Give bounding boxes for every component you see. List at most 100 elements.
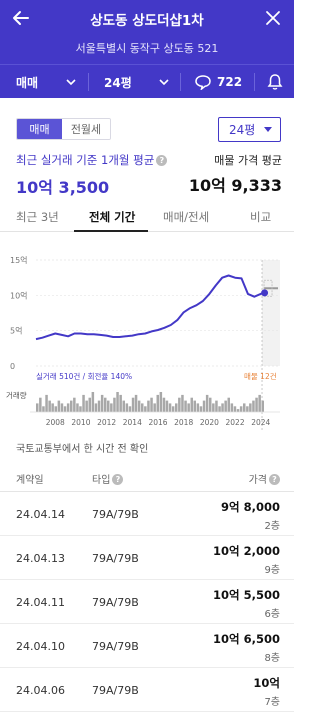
volume-bar xyxy=(113,397,116,412)
active-tab-indicator xyxy=(74,230,148,232)
latest-price-point xyxy=(261,289,269,297)
divider xyxy=(180,73,181,91)
volume-bar xyxy=(76,403,79,412)
row-date: 24.04.06 xyxy=(16,684,65,697)
avg-value: 10억 3,500 xyxy=(16,178,110,197)
volume-bar xyxy=(79,406,82,412)
row-date: 24.04.14 xyxy=(16,508,65,521)
price-series-line xyxy=(35,274,265,341)
tab-sale-jeonse[interactable]: 매매/전세 xyxy=(163,209,209,225)
volume-bar xyxy=(128,406,132,412)
tab-compare[interactable]: 비교 xyxy=(250,209,271,225)
x-tick-label: 2008 xyxy=(46,418,65,427)
help-icon[interactable]: ? xyxy=(112,474,124,485)
price-chart[interactable]: 15억 10억 5억 0 실거래 510건 / 회전율 140% 매물 12건거래량 200… xyxy=(0,240,294,440)
area-label: 24평 xyxy=(104,75,132,90)
x-tick-label: 2022 xyxy=(226,418,245,427)
volume-bar xyxy=(215,400,218,412)
table-row[interactable]: 24.04.11 79A/79B 10억 5,500 6층 xyxy=(0,580,294,624)
volume-bar xyxy=(70,400,73,412)
row-type: 79A/79B xyxy=(92,596,139,609)
tab-recent-3y[interactable]: 최근 3년 xyxy=(16,209,59,225)
volume-bar xyxy=(85,400,88,412)
volume-bar xyxy=(137,400,141,412)
y-tick-label: 0 xyxy=(10,362,15,371)
row-price: 9억 8,000 xyxy=(221,500,280,514)
comments-button[interactable]: 722 xyxy=(194,65,242,99)
row-floor: 9층 xyxy=(264,565,280,576)
row-price: 10억 2,000 xyxy=(213,544,280,558)
listing-avg-label: 매물 가격 평균 xyxy=(214,154,282,167)
volume-bar xyxy=(261,400,264,412)
volume-bar xyxy=(110,403,113,412)
caret-down-icon xyxy=(264,127,272,132)
volume-bar xyxy=(212,403,215,412)
volume-bar xyxy=(54,406,57,412)
table-row[interactable]: 24.04.10 79A/79B 10억 6,500 8층 xyxy=(0,624,294,668)
volume-bar xyxy=(246,406,249,412)
help-icon[interactable]: ? xyxy=(269,474,280,485)
row-floor: 7층 xyxy=(264,697,280,708)
x-tick-label: 2024 xyxy=(251,418,270,427)
volume-bar xyxy=(150,397,153,412)
volume-bar xyxy=(236,409,240,412)
volume-bar xyxy=(233,406,237,412)
area-dropdown[interactable]: 24평 xyxy=(218,117,281,142)
volume-bar xyxy=(165,400,169,412)
row-date: 24.04.11 xyxy=(16,596,65,609)
volume-bar xyxy=(199,406,203,412)
row-floor: 2층 xyxy=(264,521,280,532)
volume-bar xyxy=(141,403,144,412)
listing-legend: 매물 12건 xyxy=(244,371,277,381)
volume-bar xyxy=(97,400,101,412)
row-type: 79A/79B xyxy=(92,640,139,653)
tab-all-period[interactable]: 전체 기간 xyxy=(89,209,135,225)
volume-bar xyxy=(187,403,190,412)
x-tick-label: 2010 xyxy=(71,418,90,427)
help-icon[interactable]: ? xyxy=(156,155,168,166)
volume-bar xyxy=(131,397,135,412)
table-row[interactable]: 24.04.14 79A/79B 9억 8,000 2층 xyxy=(0,492,294,536)
filter-bar: 매매 24평 722 xyxy=(0,64,294,98)
chevron-down-icon[interactable] xyxy=(65,77,77,87)
table-row[interactable]: 24.04.13 79A/79B 10억 2,000 9층 xyxy=(0,536,294,580)
y-tick-label: 10억 xyxy=(10,290,28,300)
toggle-sale[interactable]: 매매 xyxy=(17,119,62,139)
row-type: 79A/79B xyxy=(92,684,139,697)
volume-bar xyxy=(42,406,45,412)
volume-bar xyxy=(249,403,252,412)
bell-icon[interactable] xyxy=(267,73,283,91)
listing-avg-value: 10억 9,333 xyxy=(188,176,282,195)
toggle-rent[interactable]: 전월세 xyxy=(62,119,110,139)
listing-region xyxy=(262,260,280,366)
volume-bar xyxy=(73,397,76,412)
volume-bar xyxy=(153,403,156,412)
volume-bar xyxy=(88,397,91,412)
volume-bar xyxy=(104,397,107,412)
table-row[interactable]: 24.04.06 79A/79B 10억 7층 xyxy=(0,668,294,712)
area-select[interactable]: 24평 xyxy=(104,65,132,99)
volume-bar xyxy=(51,403,54,412)
volume-bar xyxy=(168,403,172,412)
trade-type-label: 매매 xyxy=(16,75,39,90)
volume-bar xyxy=(134,394,138,412)
source-note: 국토교통부에서 한 시간 전 확인 xyxy=(16,444,149,455)
row-floor: 6층 xyxy=(264,609,280,620)
col-type: 타입? xyxy=(92,471,124,486)
chevron-down-icon[interactable] xyxy=(158,77,170,87)
row-price: 10억 xyxy=(253,676,280,690)
speech-bubble-icon xyxy=(195,75,211,90)
x-tick-label: 2014 xyxy=(123,418,142,427)
volume-bar xyxy=(107,400,110,412)
row-price: 10억 6,500 xyxy=(213,632,280,646)
volume-bar xyxy=(184,400,187,412)
volume-bar xyxy=(91,392,95,412)
area-dropdown-label: 24평 xyxy=(229,123,256,137)
close-icon[interactable] xyxy=(262,7,284,29)
volume-label: 거래량 xyxy=(6,391,27,400)
trade-toggle: 매매 전월세 xyxy=(16,118,111,140)
trade-type-select[interactable]: 매매 xyxy=(16,65,38,99)
series-legend: 실거래 510건 / 회전율 140% xyxy=(36,371,132,381)
volume-bar xyxy=(122,400,125,412)
volume-bar xyxy=(205,394,209,412)
